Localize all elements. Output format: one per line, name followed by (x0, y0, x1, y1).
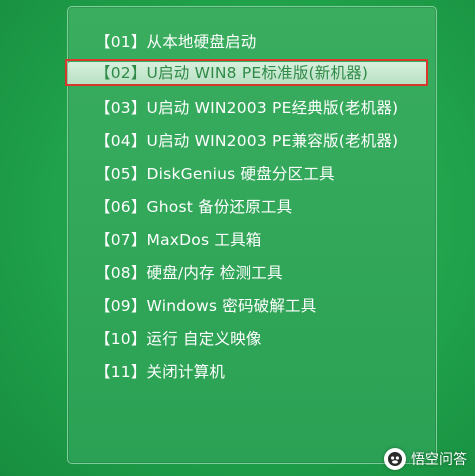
menu-item-01[interactable]: 【01】从本地硬盘启动 (95, 29, 256, 55)
boot-menu-panel: 【01】从本地硬盘启动 【02】U启动 WIN8 PE标准版(新机器) 【03】… (67, 6, 437, 464)
menu-item-11[interactable]: 【11】关闭计算机 (95, 359, 225, 385)
wukong-logo-icon (384, 448, 406, 470)
menu-item-04[interactable]: 【04】U启动 WIN2003 PE兼容版(老机器) (95, 128, 398, 154)
menu-item-03[interactable]: 【03】U启动 WIN2003 PE经典版(老机器) (95, 95, 398, 121)
menu-item-07[interactable]: 【07】MaxDos 工具箱 (95, 227, 262, 253)
menu-item-02-selected[interactable]: 【02】U启动 WIN8 PE标准版(新机器) (68, 62, 428, 85)
menu-item-06[interactable]: 【06】Ghost 备份还原工具 (95, 194, 292, 220)
menu-item-10[interactable]: 【10】运行 自定义映像 (95, 326, 262, 352)
menu-item-09[interactable]: 【09】Windows 密码破解工具 (95, 293, 316, 319)
watermark-text: 悟空问答 (411, 452, 467, 468)
watermark: 悟空问答 (384, 448, 467, 470)
menu-item-08[interactable]: 【08】硬盘/内存 检测工具 (95, 260, 283, 286)
menu-item-05[interactable]: 【05】DiskGenius 硬盘分区工具 (95, 161, 335, 187)
